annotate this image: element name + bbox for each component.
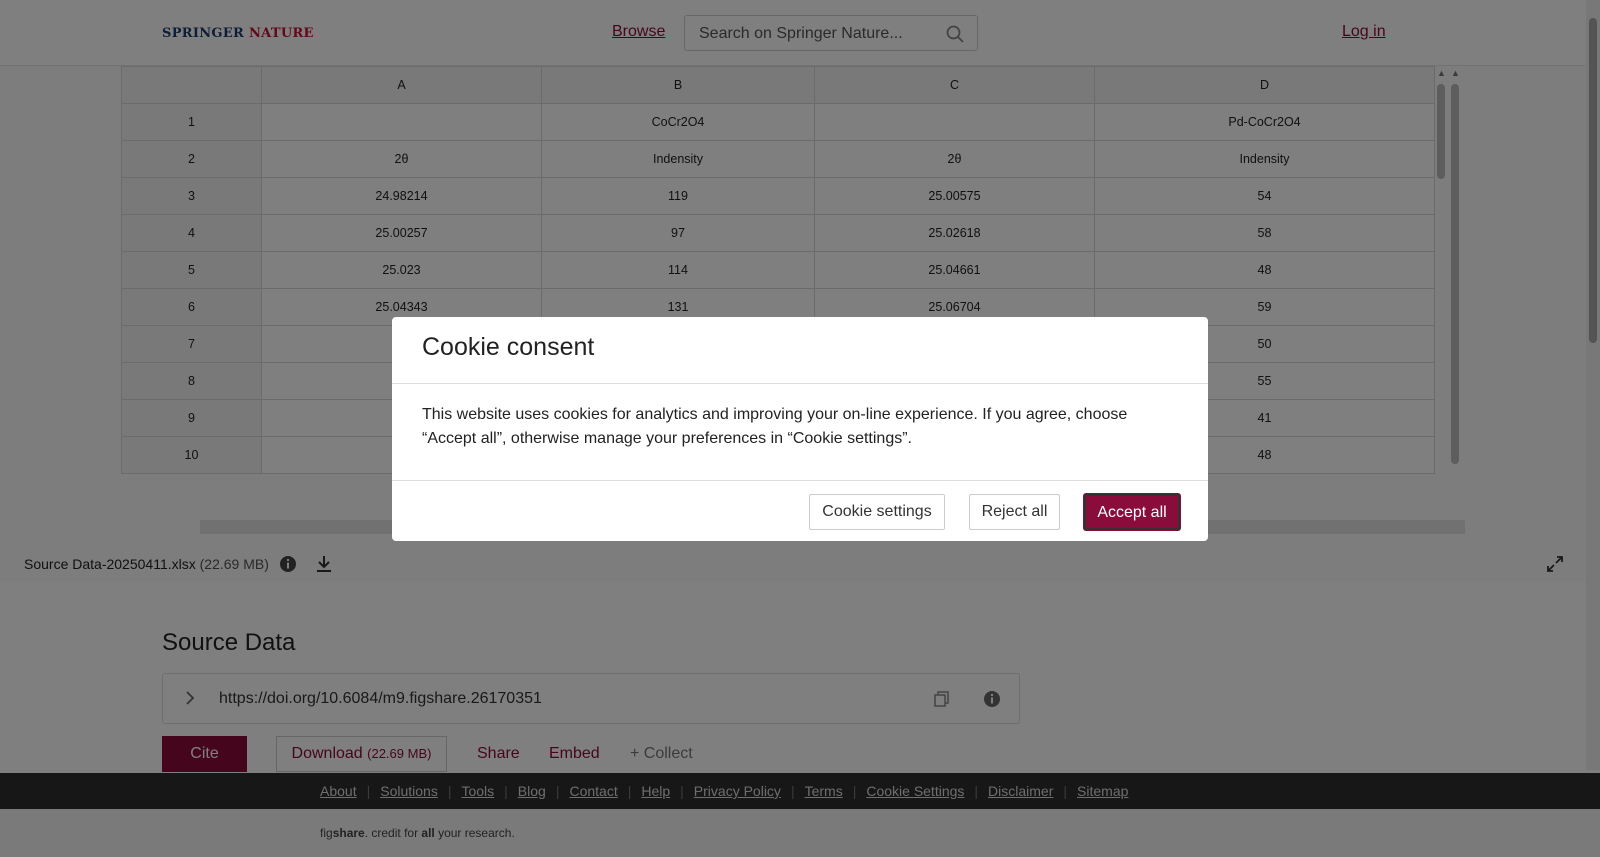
dialog-title: Cookie consent xyxy=(422,333,595,361)
accept-all-button[interactable]: Accept all xyxy=(1084,494,1180,530)
cookie-settings-button[interactable]: Cookie settings xyxy=(809,494,945,530)
reject-all-button[interactable]: Reject all xyxy=(969,494,1060,530)
dialog-body: This website uses cookies for analytics … xyxy=(422,406,1128,447)
divider xyxy=(392,480,1208,481)
divider xyxy=(392,383,1208,384)
cookie-consent-dialog: Cookie consent This website uses cookies… xyxy=(392,317,1208,541)
